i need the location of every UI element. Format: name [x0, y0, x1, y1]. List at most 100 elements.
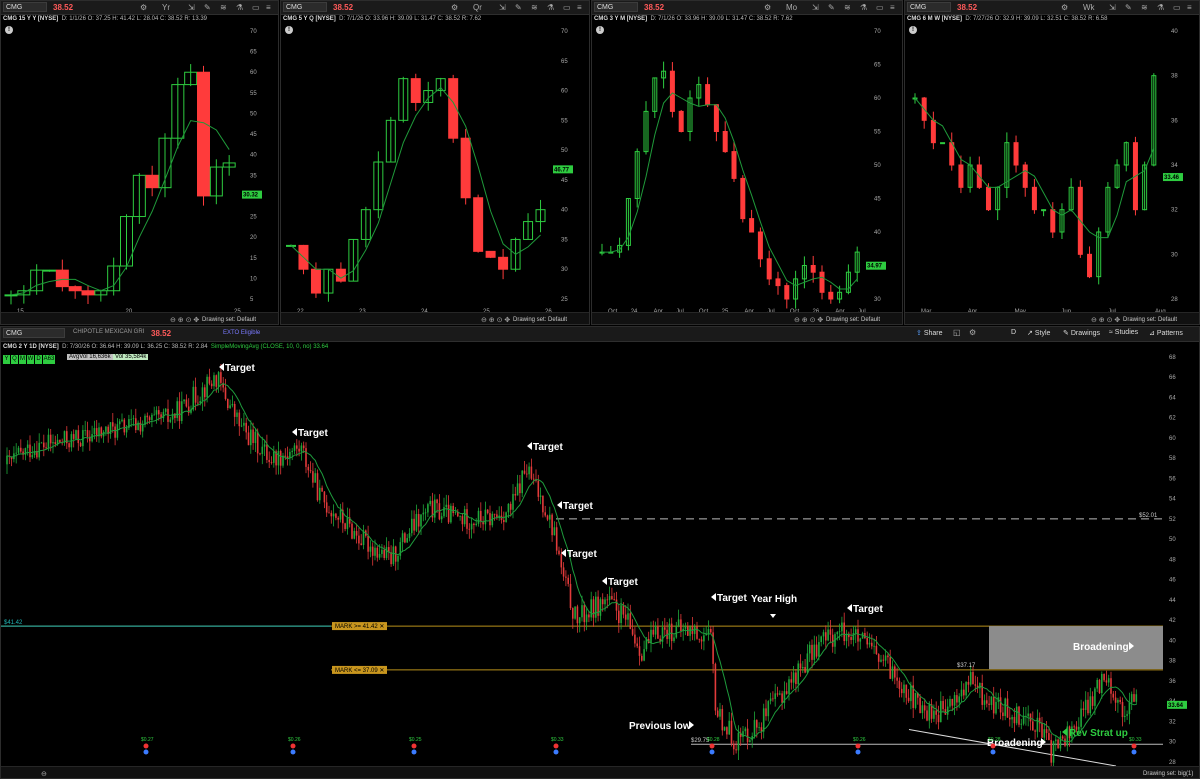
- candle-body: [1087, 699, 1089, 714]
- candle-body: [470, 523, 473, 530]
- dividend-icon[interactable]: [411, 743, 417, 749]
- candle-body: [1130, 694, 1133, 703]
- candle-body: [542, 495, 544, 513]
- y-tick-label: 40: [1169, 638, 1176, 644]
- panel-drawing-set[interactable]: Drawing set: Default: [826, 317, 880, 323]
- dividend-icon[interactable]: [143, 743, 149, 749]
- earnings-icon[interactable]: [990, 749, 996, 755]
- panel-drawing-set[interactable]: Drawing set: Default: [202, 317, 256, 323]
- mark-low-tag[interactable]: MARK <= 37.09 ✕: [332, 665, 387, 674]
- zoom-icons[interactable]: ⊖ ⊕ ⊙ ✥: [481, 316, 510, 324]
- zoom-out-icon[interactable]: ⊖: [41, 770, 47, 778]
- dividend-icon[interactable]: [290, 743, 296, 749]
- y-tick-label: 50: [250, 111, 257, 117]
- arrow-marker: [557, 501, 562, 509]
- candle-body: [337, 517, 339, 520]
- candle-body: [772, 698, 774, 700]
- y-tick-label: 64: [1169, 395, 1176, 401]
- candle-body: [215, 375, 218, 387]
- candle-body: [590, 599, 592, 618]
- panel-chart-canvas[interactable]: 70656055504540353025201510530.32152025: [1, 1, 279, 325]
- dividend-icon[interactable]: [709, 743, 715, 749]
- mark-high-tag[interactable]: MARK >= 41.42 ✕: [332, 622, 387, 631]
- candle-body: [1080, 708, 1082, 727]
- candle-body: [197, 71, 210, 197]
- panel-chart-canvas[interactable]: 4038363432302833.46MarAprMayJunJulAug: [905, 1, 1200, 325]
- earnings-icon[interactable]: [411, 749, 417, 755]
- candle-body: [477, 510, 480, 524]
- candle-body: [383, 549, 385, 558]
- earnings-icon[interactable]: [553, 749, 559, 755]
- candle-body: [828, 291, 834, 300]
- earnings-icon[interactable]: [709, 749, 715, 755]
- panel-chart-canvas[interactable]: 70656055504540353034.97Oct24AprJulOct25A…: [592, 1, 903, 325]
- panel-drawing-set[interactable]: Drawing set: Default: [1123, 317, 1177, 323]
- earnings-icon[interactable]: [290, 749, 296, 755]
- zoom-icons[interactable]: ⊖ ⊕ ⊙ ✥: [1091, 316, 1120, 324]
- candle-body: [733, 743, 735, 750]
- candle-body: [923, 705, 926, 711]
- candle-body: [891, 666, 894, 679]
- panel-drawing-set[interactable]: Drawing set: Default: [513, 317, 567, 323]
- y-tick-label: 70: [250, 29, 257, 35]
- y-tick-label: 40: [1171, 29, 1178, 35]
- candle-body: [1110, 678, 1112, 694]
- candle-body: [420, 514, 422, 527]
- candle-body: [664, 627, 666, 630]
- main-chart-canvas[interactable]: 6866646260585654525048464442403836343230…: [1, 327, 1200, 779]
- earnings-icon[interactable]: [1131, 749, 1137, 755]
- candle-body: [247, 432, 250, 446]
- candle-body: [784, 285, 790, 300]
- candle-body: [509, 503, 512, 510]
- candle-body: [992, 696, 995, 714]
- candle-body: [599, 599, 602, 616]
- candle-body: [332, 513, 335, 517]
- earnings-icon[interactable]: [855, 749, 861, 755]
- candle-body: [339, 509, 342, 520]
- svg-text:46.77: 46.77: [554, 167, 570, 173]
- y-tick-label: 10: [250, 276, 257, 282]
- candle-body: [753, 720, 756, 737]
- candle-body: [836, 632, 839, 635]
- candle-body: [512, 493, 514, 510]
- candle-body: [254, 431, 257, 443]
- candle-body: [330, 512, 333, 517]
- dividend-icon[interactable]: [855, 743, 861, 749]
- candle-body: [1121, 702, 1124, 718]
- zoom-icons[interactable]: ⊖ ⊕ ⊙ ✥: [170, 316, 199, 324]
- candle-body: [829, 629, 832, 635]
- dividend-icon[interactable]: [1131, 743, 1137, 749]
- zoom-icons[interactable]: ⊖ ⊕ ⊙ ✥: [794, 316, 823, 324]
- top-chart-panel-4: CMG 38.52 ⚙ Wk ⇲ ✎ ≋ ⚗ ▭ ≡ CMG 6 M W [NY…: [904, 0, 1200, 325]
- arrow-marker: [602, 577, 607, 585]
- target-label: Target: [563, 501, 593, 512]
- candle-body: [26, 444, 29, 449]
- candle-body: [693, 626, 696, 634]
- candle-body: [309, 470, 312, 472]
- candle-body: [910, 685, 912, 702]
- earnings-icon[interactable]: [143, 749, 149, 755]
- candle-body: [958, 164, 964, 188]
- dividend-icon[interactable]: [553, 743, 559, 749]
- candle-body: [1055, 739, 1057, 742]
- candle-body: [859, 638, 862, 642]
- candle-body: [740, 177, 746, 220]
- candle-body: [903, 684, 905, 694]
- candle-body: [434, 499, 436, 518]
- y-tick-label: 30: [1171, 252, 1178, 258]
- candle-body: [1045, 729, 1048, 734]
- candle-body: [581, 605, 583, 618]
- candle-body: [894, 666, 896, 678]
- candle-body: [224, 387, 227, 399]
- candle-body: [592, 599, 595, 618]
- dividend-icon[interactable]: [990, 743, 996, 749]
- main-drawing-set[interactable]: Drawing set: big(1): [1143, 771, 1193, 777]
- panel-chart-canvas[interactable]: 7065605550454035302546.772223242526: [281, 1, 590, 325]
- candle-body: [1052, 741, 1055, 763]
- y-tick-label: 55: [561, 118, 568, 124]
- candle-body: [873, 645, 875, 647]
- candle-body: [1029, 713, 1032, 722]
- candle-body: [424, 512, 427, 514]
- candle-body: [551, 514, 553, 536]
- candle-body: [767, 701, 770, 717]
